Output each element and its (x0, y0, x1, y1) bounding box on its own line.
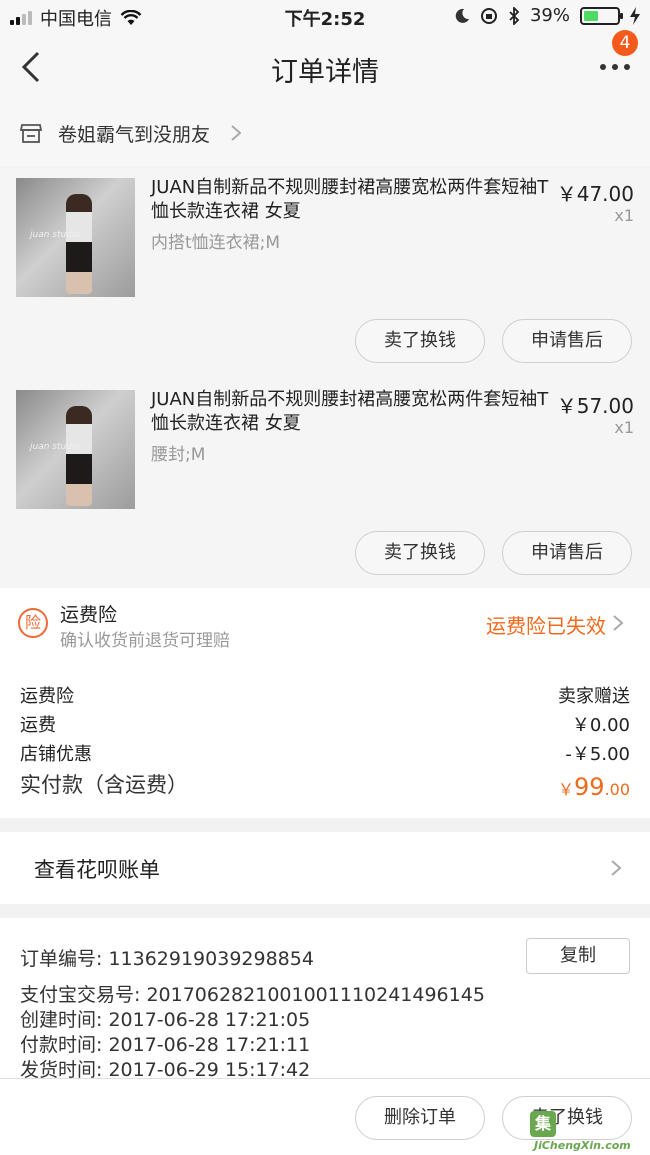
shipping-insurance-row[interactable]: 险 运费险 确认收货前退货可理赔 运费险已失效 (0, 588, 650, 668)
order-info: 订单编号: 11362919039298854 复制 支付宝交易号: 20170… (0, 918, 650, 1078)
total-value: ￥99.00 (558, 773, 630, 801)
total-integer: 99 (574, 773, 605, 801)
product-price: ￥47.00 (556, 182, 634, 206)
insurance-subtitle: 确认收货前退货可理赔 (60, 631, 230, 651)
insurance-status[interactable]: 运费险已失效 (486, 610, 606, 639)
product-spec: 内搭t恤连衣裙;M (151, 233, 281, 253)
more-dots-icon[interactable] (600, 62, 630, 72)
shop-name: 卷姐霸气到没朋友 (58, 124, 211, 146)
product-price: ￥57.00 (556, 394, 634, 418)
bluetooth-icon (509, 6, 520, 25)
total-label: 实付款（含运费） (20, 773, 188, 797)
nav-bar: 订单详情 4 (0, 30, 650, 100)
shop-header[interactable]: 卷姐霸气到没朋友 (0, 100, 650, 166)
alipay-trade-number: 支付宝交易号: 2017062821001001110241496145 (20, 984, 485, 1006)
site-watermark: 集 JiChengXin.com (524, 1109, 644, 1155)
image-watermark: juan studio (30, 442, 80, 452)
paid-time: 付款时间: 2017-06-28 17:21:11 (20, 1034, 311, 1056)
created-time: 创建时间: 2017-06-28 17:21:05 (20, 1009, 311, 1031)
total-decimal: .00 (604, 780, 630, 799)
order-item[interactable]: juan studio JUAN自制新品不规则腰封裙高腰宽松两件套短袖T恤长款连… (0, 380, 650, 592)
notification-badge: 4 (612, 30, 638, 56)
product-image[interactable]: juan studio (16, 178, 135, 297)
chevron-right-icon (611, 860, 622, 876)
fee-value: -￥5.00 (565, 744, 630, 765)
moon-icon (455, 8, 469, 23)
insurance-icon: 险 (18, 608, 48, 638)
page-title: 订单详情 (271, 57, 379, 88)
copy-button[interactable]: 复制 (526, 938, 630, 974)
fee-row-total: 实付款（含运费） ￥99.00 (20, 769, 630, 801)
fee-value: 卖家赠送 (558, 686, 630, 707)
fee-label: 运费险 (20, 686, 74, 707)
total-currency: ￥ (557, 780, 574, 799)
delete-order-button[interactable]: 删除订单 (355, 1096, 485, 1140)
fee-row-insurance: 运费险 卖家赠送 (20, 682, 630, 708)
sell-button[interactable]: 卖了换钱 (355, 319, 485, 363)
after-sales-button[interactable]: 申请售后 (502, 319, 632, 363)
fee-label: 店铺优惠 (20, 744, 92, 765)
after-sales-button[interactable]: 申请售后 (502, 531, 632, 575)
product-spec: 腰封;M (151, 445, 206, 465)
product-quantity: x1 (614, 418, 634, 437)
status-bar: 中国电信 下午2:52 39% (0, 0, 650, 34)
insurance-title: 运费险 (60, 604, 118, 626)
huabei-label: 查看花呗账单 (34, 858, 160, 882)
product-quantity: x1 (614, 206, 634, 225)
battery-icon (580, 6, 623, 25)
rotation-lock-icon (480, 7, 497, 24)
order-number: 订单编号: 11362919039298854 (20, 948, 314, 970)
fee-row-discount: 店铺优惠 -￥5.00 (20, 740, 630, 766)
chevron-right-icon (613, 615, 624, 631)
image-watermark: juan studio (30, 230, 80, 240)
bottom-action-bar: 删除订单 卖了换钱 集 JiChengXin.com (0, 1078, 650, 1155)
product-image[interactable]: juan studio (16, 390, 135, 509)
watermark-logo: 集 (530, 1111, 556, 1137)
battery-percent: 39% (529, 5, 570, 26)
fee-value: ￥0.00 (571, 715, 630, 736)
order-item[interactable]: juan studio JUAN自制新品不规则腰封裙高腰宽松两件套短袖T恤长款连… (0, 168, 650, 380)
fee-summary: 运费险 卖家赠送 运费 ￥0.00 店铺优惠 -￥5.00 实付款（含运费） ￥… (0, 668, 650, 818)
huabei-bill-row[interactable]: 查看花呗账单 (0, 832, 650, 904)
product-title[interactable]: JUAN自制新品不规则腰封裙高腰宽松两件套短袖T恤长款连衣裙 女夏 (151, 388, 551, 436)
chevron-right-icon (231, 125, 242, 141)
fee-label: 运费 (20, 715, 56, 736)
fee-row-shipping: 运费 ￥0.00 (20, 711, 630, 737)
shipped-time: 发货时间: 2017-06-29 15:17:42 (20, 1059, 311, 1078)
store-icon (20, 124, 42, 143)
watermark-text: JiChengXin.com (534, 1139, 631, 1152)
product-title[interactable]: JUAN自制新品不规则腰封裙高腰宽松两件套短袖T恤长款连衣裙 女夏 (151, 176, 551, 224)
charging-icon (630, 6, 640, 25)
sell-button[interactable]: 卖了换钱 (355, 531, 485, 575)
